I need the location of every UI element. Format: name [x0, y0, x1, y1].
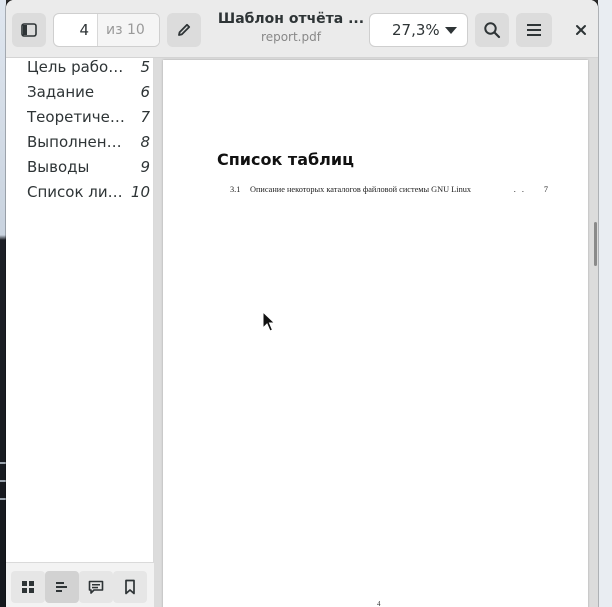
page-total-label: из 10 — [98, 14, 159, 46]
thumbnails-button[interactable] — [11, 571, 45, 603]
window-subtitle: report.pdf — [261, 30, 321, 44]
header-bar: 4 из 10 Шаблон отчёта ... report.pdf 27,… — [6, 0, 598, 58]
document-page: Список таблиц 3.1 Описание некоторых кат… — [163, 60, 588, 607]
outline-item[interactable]: Теоретическое введение 7 — [6, 106, 154, 128]
table-page-number: 7 — [543, 185, 548, 194]
document-view[interactable]: Список таблиц 3.1 Описание некоторых кат… — [154, 58, 598, 607]
page-footer-number: 4 — [377, 600, 381, 607]
outline-sidebar: Цель работы 5 Задание 6 Теоретическое вв… — [6, 58, 154, 607]
outline-item[interactable]: Цель работы 5 — [6, 56, 154, 78]
outline-item[interactable]: Задание 6 — [6, 81, 154, 103]
outline-item-label: Список литературы — [27, 183, 127, 201]
document-viewer-window: 4 из 10 Шаблон отчёта ... report.pdf 27,… — [6, 0, 598, 607]
thumbnails-icon — [22, 581, 34, 593]
search-icon — [484, 22, 501, 39]
annotations-button[interactable] — [79, 571, 113, 603]
outline-button[interactable] — [45, 571, 79, 603]
table-caption: Описание некоторых каталогов файловой си… — [250, 185, 472, 194]
zoom-selector[interactable]: 27,3% — [369, 13, 468, 47]
search-button[interactable] — [475, 13, 509, 47]
annotations-icon — [88, 580, 104, 594]
outline-item-label: Теоретическое введение — [27, 108, 127, 126]
mouse-pointer-icon — [262, 311, 276, 332]
sidebar-mode-switcher — [6, 562, 154, 607]
window-title: Шаблон отчёта ... — [217, 11, 365, 27]
outline-item[interactable]: Выводы 9 — [6, 156, 154, 178]
outline-item-page: 7 — [140, 108, 150, 126]
outline-item[interactable]: Выполнение лабораторной работы 8 — [6, 131, 154, 153]
desktop-background-right — [598, 0, 612, 607]
hamburger-icon — [527, 24, 541, 36]
table-number: 3.1 — [230, 185, 241, 194]
outline-item-label: Задание — [27, 83, 95, 101]
outline-item-label: Цель работы — [27, 58, 127, 76]
outline-item-page: 5 — [140, 58, 150, 76]
main-menu-button[interactable] — [516, 13, 552, 47]
outline-item-page: 10 — [130, 183, 150, 201]
zoom-value: 27,3% — [392, 21, 440, 39]
close-icon — [576, 25, 586, 35]
outline-item[interactable]: Список литературы 10 — [6, 181, 154, 203]
window-title-block: Шаблон отчёта ... report.pdf — [206, 11, 376, 44]
sidebar-toggle-button[interactable] — [12, 13, 46, 47]
bookmarks-button[interactable] — [113, 571, 147, 603]
vertical-scrollbar[interactable] — [594, 222, 597, 266]
bookmarks-icon — [125, 579, 135, 595]
sidebar-icon — [21, 23, 37, 37]
chevron-down-icon — [445, 26, 457, 34]
annotate-button[interactable] — [167, 13, 201, 47]
outline-item-page: 9 — [140, 158, 150, 176]
outline-item-page: 8 — [140, 133, 150, 151]
close-button[interactable] — [564, 13, 598, 47]
pencil-icon — [178, 23, 191, 36]
page-number-field[interactable]: 4 из 10 — [53, 13, 160, 47]
outline-item-label: Выводы — [27, 158, 90, 176]
page-heading: Список таблиц — [217, 150, 354, 169]
current-page-input[interactable]: 4 — [54, 14, 98, 46]
outline-icon — [56, 582, 67, 592]
leader-dots: . . — [513, 185, 526, 194]
outline-item-label: Выполнение лабораторной работы — [27, 133, 127, 151]
list-of-tables-entry[interactable]: 3.1 Описание некоторых каталогов файлово… — [230, 185, 548, 194]
outline-item-page: 6 — [140, 83, 150, 101]
